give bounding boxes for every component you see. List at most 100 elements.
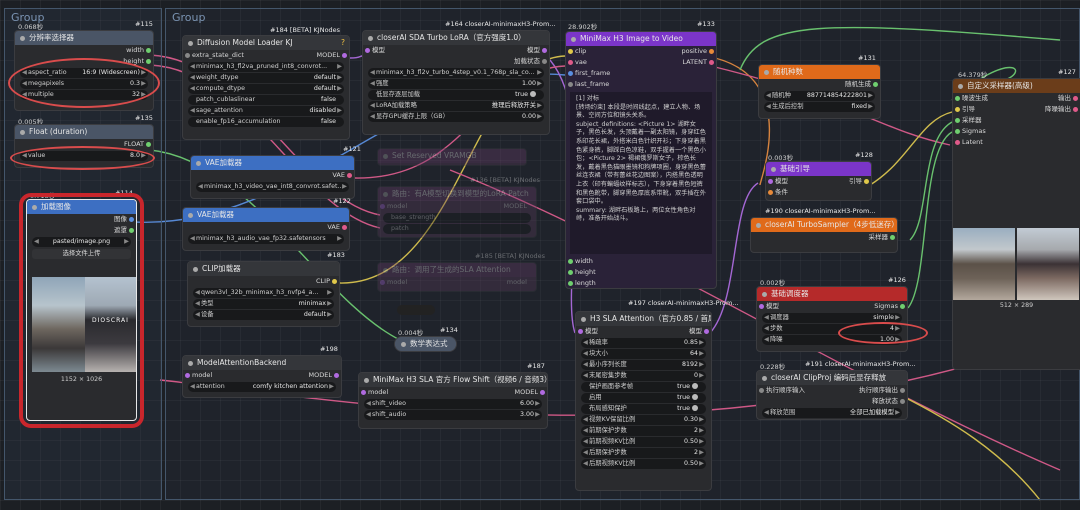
socket-icon[interactable]: [342, 53, 347, 58]
image-to-video-node[interactable]: MiniMax H3 Image to Video clip positive v…: [565, 31, 717, 289]
random-seed-node[interactable]: 随机种数 随机生成 ◀ 随机种 887714854222801 ▶ ◀ 生成后控制 fix…: [758, 64, 881, 119]
socket-icon[interactable]: [334, 373, 339, 378]
output-clip[interactable]: CLIP: [188, 276, 339, 287]
sla-param-widget[interactable]: 保护画面参考帧 true: [581, 382, 706, 392]
collapse-dot-icon[interactable]: [188, 40, 193, 46]
node-header[interactable]: 数学表达式: [395, 337, 456, 351]
socket-icon[interactable]: [568, 60, 573, 65]
sla-param-widget[interactable]: 启用 true: [581, 393, 706, 403]
socket-icon[interactable]: [146, 59, 151, 64]
input-width[interactable]: width: [566, 256, 716, 267]
socket-icon[interactable]: [568, 259, 573, 264]
socket-icon[interactable]: [873, 82, 878, 87]
node-header[interactable]: 路由：调用了生成的SLA Attention: [378, 263, 536, 277]
io-row[interactable]: 执行顺序输入 执行顺序输出: [757, 385, 907, 396]
sage-attention-widget[interactable]: ◀ sage_attention disabled ▶: [188, 106, 344, 116]
collapse-dot-icon[interactable]: [196, 160, 201, 166]
node-header[interactable]: 路由：有A模型切换到模型的LoRA Patch: [378, 187, 536, 201]
io-row[interactable]: vae LATENT: [566, 57, 716, 68]
sla-param-widget[interactable]: ◀ 最小序列长度 8192 ▶: [581, 360, 706, 370]
socket-icon[interactable]: [768, 179, 773, 184]
strength-widget[interactable]: ◀ 强度 1.00 ▶: [368, 79, 544, 89]
collapse-dot-icon[interactable]: [581, 316, 586, 322]
node-header[interactable]: H3 SLA Attention（官方0.85 / 首尾保护）: [576, 312, 711, 326]
socket-icon[interactable]: [768, 190, 773, 195]
input-sigmas[interactable]: Sigmas: [953, 126, 1080, 137]
socket-icon[interactable]: [709, 60, 714, 65]
low-vram-toggle[interactable]: 低显存逐层加载 true: [368, 90, 544, 100]
reroute-pill[interactable]: [397, 305, 435, 315]
release-scope-widget[interactable]: ◀ 释放范围 全部已加载模型 ▶: [762, 408, 902, 418]
input-last-frame[interactable]: last_frame: [566, 79, 716, 90]
socket-icon[interactable]: [540, 390, 545, 395]
vae-loader-node[interactable]: VAE加载器 VAE ◀ minimax_h3_video_vae_int8_co…: [190, 155, 355, 199]
socket-icon[interactable]: [709, 49, 714, 54]
prompt-textarea[interactable]: [1] 对标 [转场约束] 本段是时间线起点，建立人物、场景、空间方位和镜头关系…: [570, 92, 712, 254]
socket-icon[interactable]: [759, 304, 764, 309]
socket-icon[interactable]: [568, 270, 573, 275]
node-header[interactable]: closerAI ClipProj 编码后显存释放: [757, 371, 907, 385]
socket-icon[interactable]: [129, 228, 134, 233]
io-row[interactable]: extra_state_dict MODEL: [183, 50, 349, 61]
output-release-state[interactable]: 释放状态: [757, 396, 907, 407]
turbo-sampler-node[interactable]: closerAI TurboSampler（4步低迷存） 采样器: [750, 217, 898, 253]
output-sampler[interactable]: 采样器: [751, 232, 897, 243]
socket-icon[interactable]: [185, 373, 190, 378]
input-latent[interactable]: Latent: [953, 137, 1080, 148]
socket-icon[interactable]: [542, 48, 547, 53]
io-row[interactable]: model MODEL: [183, 370, 341, 381]
input-height[interactable]: height: [566, 267, 716, 278]
socket-icon[interactable]: [578, 329, 583, 334]
sla-param-widget[interactable]: 布局感知保护 true: [581, 404, 706, 414]
socket-icon[interactable]: [568, 71, 573, 76]
weight-dtype-widget[interactable]: ◀ weight_dtype default ▶: [188, 73, 344, 83]
upload-button[interactable]: 选择文件上传: [32, 249, 131, 259]
io-row[interactable]: 模型 引导: [766, 176, 871, 187]
collapse-dot-icon[interactable]: [764, 69, 769, 75]
socket-icon[interactable]: [568, 82, 573, 87]
sla-attention-node[interactable]: H3 SLA Attention（官方0.85 / 首尾保护） 模型模型 ◀稀疏…: [575, 311, 712, 491]
collapse-dot-icon[interactable]: [188, 212, 193, 218]
socket-icon[interactable]: [568, 281, 573, 286]
collapse-dot-icon[interactable]: [401, 341, 406, 347]
node-header[interactable]: closerAI SDA Turbo LoRA（官方强度1.0）: [363, 31, 549, 45]
output-noise[interactable]: 随机生成: [759, 79, 880, 90]
socket-icon[interactable]: [1073, 107, 1078, 112]
lora-strategy-widget[interactable]: ◀ LoRA加载策略 推理后释放开关 ▶: [368, 101, 544, 111]
socket-icon[interactable]: [361, 390, 366, 395]
socket-icon[interactable]: [759, 388, 764, 393]
collapse-dot-icon[interactable]: [958, 83, 963, 89]
socket-icon[interactable]: [129, 217, 134, 222]
socket-icon[interactable]: [146, 142, 151, 147]
node-header[interactable]: closerAI TurboSampler（4步低迷存）: [751, 218, 897, 232]
seed-widget[interactable]: ◀ 随机种 887714854222801 ▶: [764, 91, 875, 101]
node-header[interactable]: Set Reserved VRAMGB: [378, 149, 526, 163]
socket-icon[interactable]: [890, 235, 895, 240]
node-header[interactable]: MiniMax H3 SLA 官方 Flow Shift（视频6 / 音频3）: [359, 373, 547, 387]
node-header[interactable]: 自定义采样器(高级): [953, 79, 1080, 93]
help-icon[interactable]: ?: [341, 36, 345, 50]
node-canvas[interactable]: Group Group 0.068秒 #115 分辨率选择器 width hei…: [0, 0, 1080, 510]
sla-param-widget[interactable]: ◀ 后期视频KV比例 0.50 ▶: [581, 459, 706, 469]
clipproj-release-node[interactable]: closerAI ClipProj 编码后显存释放 执行顺序输入 执行顺序输出 释…: [756, 370, 908, 420]
lora-patch-node[interactable]: 路由：有A模型切换到模型的LoRA Patch model MODEL base_…: [377, 186, 537, 238]
sla-param-widget[interactable]: ◀ 末尾密集步数 0 ▶: [581, 371, 706, 381]
output-state[interactable]: 加载状态: [363, 56, 549, 67]
collapse-dot-icon[interactable]: [32, 204, 37, 210]
socket-icon[interactable]: [955, 107, 960, 112]
node-header[interactable]: CLIP加载器: [188, 262, 339, 276]
shift-video-widget[interactable]: ◀ shift_video 6.00 ▶: [364, 399, 542, 409]
socket-icon[interactable]: [332, 279, 337, 284]
attention-widget[interactable]: ◀ attention comfy kitchen attention ▶: [188, 382, 336, 392]
vae-file-select[interactable]: ◀ minimax_h3_video_vae_int8_convrot.safet…: [196, 182, 349, 192]
compute-dtype-widget[interactable]: ◀ compute_dtype default ▶: [188, 84, 344, 94]
input-length[interactable]: length: [566, 278, 716, 288]
collapse-dot-icon[interactable]: [762, 291, 767, 297]
socket-icon[interactable]: [864, 179, 869, 184]
basic-guider-node[interactable]: 基础引导 模型 引导 条件: [765, 161, 872, 201]
sla-route-node[interactable]: 路由：调用了生成的SLA Attention model model: [377, 262, 537, 292]
collapse-dot-icon[interactable]: [20, 129, 25, 135]
collapse-dot-icon[interactable]: [571, 36, 576, 42]
output-width[interactable]: width: [15, 45, 153, 56]
socket-icon[interactable]: [347, 173, 352, 178]
